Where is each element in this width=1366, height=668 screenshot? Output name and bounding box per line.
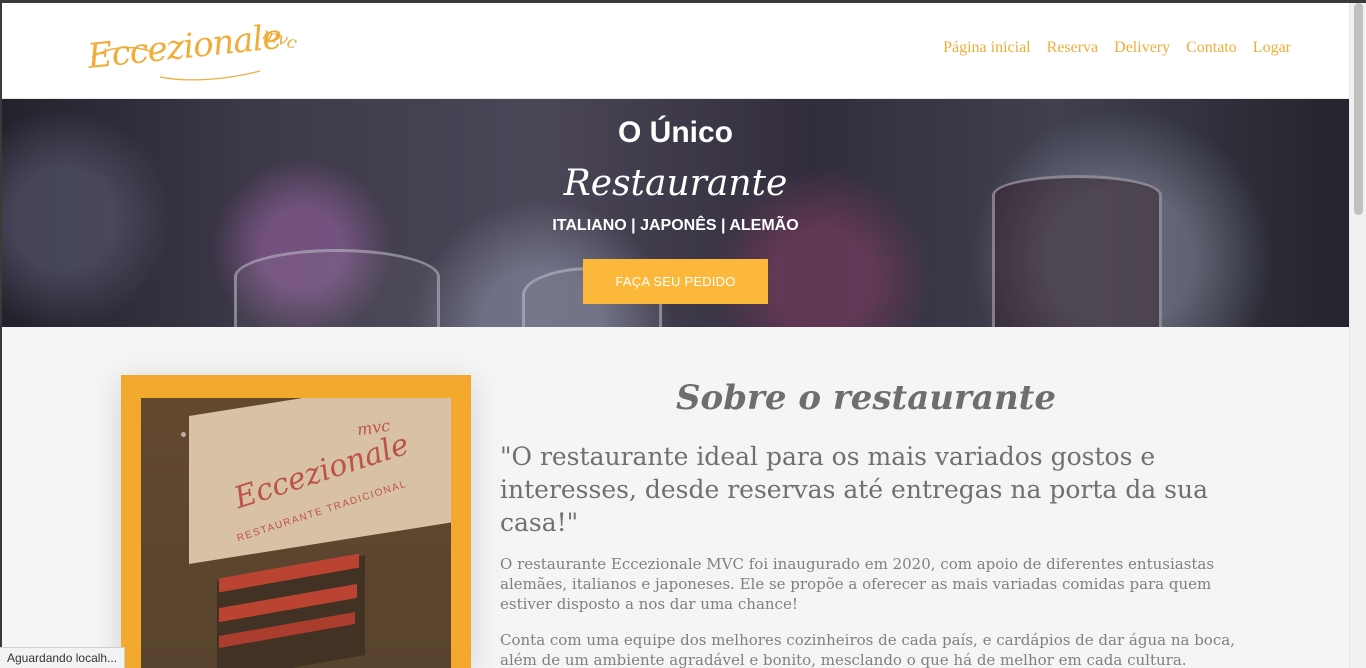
about-heading: Sobre o restaurante <box>675 378 1057 418</box>
nav-reserva-link[interactable]: Reserva <box>1047 39 1099 57</box>
about-quote: "O restaurante ideal para os mais variad… <box>500 442 1208 537</box>
order-button[interactable]: FAÇA SEU PEDIDO <box>583 259 768 304</box>
nav-delivery-link[interactable]: Delivery <box>1114 39 1170 57</box>
browser-status-bar: Aguardando localh... <box>0 647 126 668</box>
hero-cuisines: ITALIANO | JAPONÊS | ALEMÃO <box>552 217 799 234</box>
about-paragraph-2: Conta com uma equipe dos melhores cozinh… <box>500 631 1235 668</box>
scrollbar-thumb[interactable] <box>1354 3 1363 215</box>
site-logo[interactable]: Eccezionale mvc <box>86 17 320 85</box>
nav-home-link[interactable]: Página inicial <box>943 39 1031 57</box>
nav-logar-link[interactable]: Logar <box>1253 39 1291 57</box>
hero-banner: O Único Restaurante ITALIANO | JAPONÊS |… <box>2 99 1349 327</box>
hero-title: O Único <box>617 116 733 149</box>
page-scrollbar[interactable] <box>1349 3 1366 668</box>
main-nav: Página inicial Reserva Delivery Contato … <box>943 39 1291 57</box>
site-header: Eccezionale mvc Página inicial Reserva D… <box>2 3 1349 99</box>
about-image-frame: mvc Eccezionale RESTAURANTE TRADICIONAL <box>121 375 471 668</box>
about-paragraph-1: O restaurante Eccezionale MVC foi inaugu… <box>500 555 1215 613</box>
hero-script-title: Restaurante <box>563 163 788 204</box>
image-tint <box>141 398 451 668</box>
restaurant-facade-image: mvc Eccezionale RESTAURANTE TRADICIONAL <box>141 398 451 668</box>
nav-contato-link[interactable]: Contato <box>1186 39 1237 57</box>
